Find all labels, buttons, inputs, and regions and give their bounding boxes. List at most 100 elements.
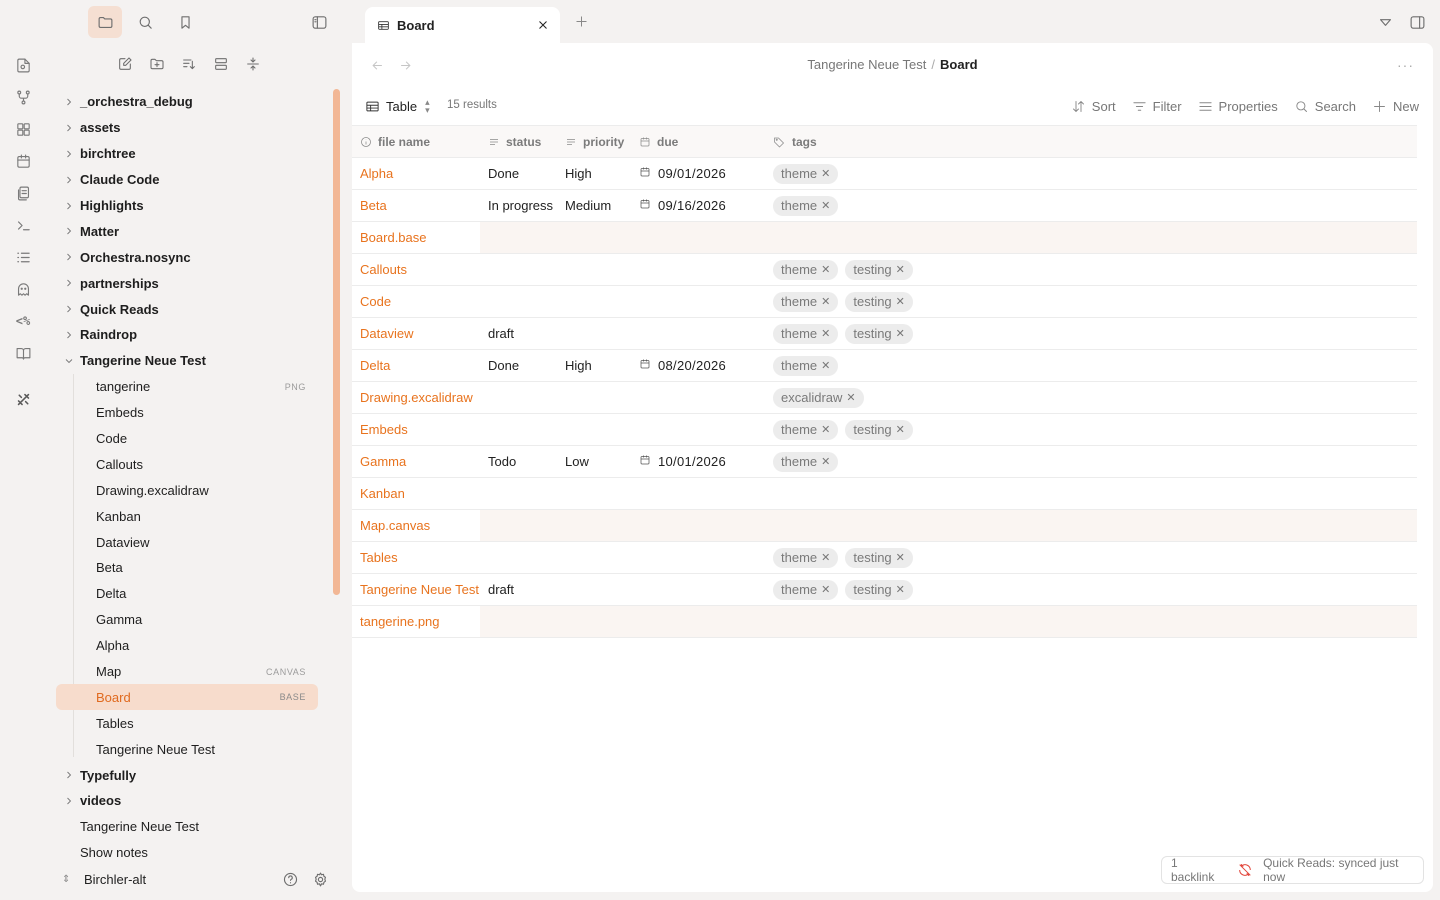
- table-row[interactable]: Board.base: [352, 222, 1417, 254]
- column-header-file-name[interactable]: file name: [352, 126, 480, 157]
- ghost-icon[interactable]: [12, 278, 34, 300]
- remove-tag-icon[interactable]: ✕: [821, 295, 830, 308]
- tree-file-tangerine-neue-test[interactable]: Tangerine Neue Test: [56, 814, 318, 840]
- cell-tags[interactable]: theme ✕ testing ✕: [765, 574, 1417, 605]
- cell-file-name[interactable]: Beta: [352, 190, 480, 221]
- tree-folder-videos[interactable]: videos: [56, 788, 318, 814]
- tree-file-kanban[interactable]: Kanban: [56, 503, 318, 529]
- folder-icon[interactable]: [88, 6, 122, 38]
- chevron-right-icon[interactable]: [63, 200, 75, 212]
- sync-error-icon[interactable]: [1237, 862, 1253, 878]
- tag-pill[interactable]: theme ✕: [773, 195, 839, 216]
- new-note-icon[interactable]: [12, 54, 34, 76]
- table-row[interactable]: Embeds theme ✕ testing ✕: [352, 414, 1417, 446]
- chevron-right-icon[interactable]: [63, 225, 75, 237]
- backlink-count[interactable]: 1 backlink: [1171, 856, 1224, 884]
- table-row[interactable]: Kanban: [352, 478, 1417, 510]
- tree-folder-highlights[interactable]: Highlights: [56, 193, 318, 219]
- cell-priority[interactable]: Low: [557, 446, 631, 477]
- table-row[interactable]: Callouts theme ✕ testing ✕: [352, 254, 1417, 286]
- cell-status[interactable]: Todo: [480, 446, 557, 477]
- tree-file-delta[interactable]: Delta: [56, 581, 318, 607]
- cell-priority[interactable]: [557, 542, 631, 573]
- close-icon[interactable]: [534, 16, 552, 34]
- search-icon[interactable]: [128, 6, 162, 38]
- tree-folder-orchestra-debug[interactable]: _orchestra_debug: [56, 89, 318, 115]
- remove-tag-icon[interactable]: ✕: [821, 167, 830, 180]
- cell-due[interactable]: [631, 286, 765, 317]
- cell-file-name[interactable]: Callouts: [352, 254, 480, 285]
- search-button[interactable]: Search: [1294, 99, 1356, 114]
- breadcrumb-current[interactable]: Board: [940, 57, 978, 72]
- remove-tag-icon[interactable]: ✕: [896, 551, 905, 564]
- cell-tags[interactable]: [765, 222, 1417, 253]
- column-header-due[interactable]: due: [631, 126, 765, 157]
- tag-pill[interactable]: theme ✕: [773, 451, 839, 472]
- cell-tags[interactable]: theme ✕ testing ✕: [765, 542, 1417, 573]
- tag-pill[interactable]: theme ✕: [773, 163, 839, 184]
- chevron-right-icon[interactable]: [63, 329, 75, 341]
- cell-tags[interactable]: [765, 510, 1417, 541]
- filter-button[interactable]: Filter: [1132, 99, 1182, 114]
- remove-tag-icon[interactable]: ✕: [896, 583, 905, 596]
- collapse-all-icon[interactable]: [244, 53, 262, 75]
- vault-switch-chevrons-icon[interactable]: ⇕: [62, 874, 78, 885]
- cell-priority[interactable]: [557, 254, 631, 285]
- tag-pill[interactable]: testing ✕: [845, 547, 913, 568]
- cell-priority[interactable]: High: [557, 158, 631, 189]
- new-folder-icon[interactable]: [148, 53, 166, 75]
- tree-folder-quick-reads[interactable]: Quick Reads: [56, 296, 318, 322]
- cell-priority[interactable]: [557, 478, 631, 509]
- cell-file-name[interactable]: Kanban: [352, 478, 480, 509]
- cell-file-name[interactable]: Board.base: [352, 222, 480, 253]
- column-header-priority[interactable]: priority: [557, 126, 631, 157]
- cell-status[interactable]: Done: [480, 350, 557, 381]
- cell-priority[interactable]: [557, 606, 631, 637]
- tree-folder-tangerine-neue-test[interactable]: Tangerine Neue Test: [56, 348, 318, 374]
- cell-priority[interactable]: [557, 574, 631, 605]
- cell-tags[interactable]: [765, 606, 1417, 637]
- table-row[interactable]: Dataview draft theme ✕ testing ✕: [352, 318, 1417, 350]
- cell-file-name[interactable]: Code: [352, 286, 480, 317]
- tree-folder-typefully[interactable]: Typefully: [56, 762, 318, 788]
- tree-folder-raindrop[interactable]: Raindrop: [56, 322, 318, 348]
- cell-due[interactable]: [631, 574, 765, 605]
- cell-status[interactable]: draft: [480, 318, 557, 349]
- book-icon[interactable]: [12, 342, 34, 364]
- chevron-right-icon[interactable]: [63, 795, 75, 807]
- cell-status[interactable]: [480, 510, 557, 541]
- tree-folder-orchestra-nosync[interactable]: Orchestra.nosync: [56, 244, 318, 270]
- sidebar-toggle-icon[interactable]: [304, 8, 334, 36]
- cell-status[interactable]: In progress: [480, 190, 557, 221]
- tree-file-beta[interactable]: Beta: [56, 555, 318, 581]
- cell-due[interactable]: 08/20/2026: [631, 350, 765, 381]
- auto-reveal-icon[interactable]: [212, 53, 230, 75]
- cell-status[interactable]: draft: [480, 574, 557, 605]
- chevron-right-icon[interactable]: [63, 769, 75, 781]
- tag-pill[interactable]: theme ✕: [773, 419, 839, 440]
- cell-status[interactable]: [480, 478, 557, 509]
- cell-priority[interactable]: [557, 286, 631, 317]
- cell-tags[interactable]: theme ✕ testing ✕: [765, 318, 1417, 349]
- remove-tag-icon[interactable]: ✕: [821, 263, 830, 276]
- table-row[interactable]: Code theme ✕ testing ✕: [352, 286, 1417, 318]
- tree-folder-birchtree[interactable]: birchtree: [56, 141, 318, 167]
- tree-file-dataview[interactable]: Dataview: [56, 529, 318, 555]
- cell-priority[interactable]: [557, 382, 631, 413]
- column-header-tags[interactable]: tags: [765, 126, 1417, 157]
- tag-pill[interactable]: excalidraw ✕: [773, 387, 864, 408]
- cell-priority[interactable]: [557, 318, 631, 349]
- cell-status[interactable]: [480, 382, 557, 413]
- chevron-right-icon[interactable]: [63, 251, 75, 263]
- cell-tags[interactable]: [765, 478, 1417, 509]
- cell-tags[interactable]: theme ✕ testing ✕: [765, 286, 1417, 317]
- tag-pill[interactable]: theme ✕: [773, 355, 839, 376]
- sort-order-icon[interactable]: [180, 53, 198, 75]
- properties-button[interactable]: Properties: [1198, 99, 1278, 114]
- chevron-right-icon[interactable]: [63, 148, 75, 160]
- sort-button[interactable]: Sort: [1071, 99, 1116, 114]
- chevron-down-icon[interactable]: [63, 355, 75, 367]
- help-icon[interactable]: [280, 869, 300, 889]
- calendar-icon[interactable]: [639, 198, 651, 213]
- vault-switcher[interactable]: ⇕ Birchler-alt: [56, 866, 336, 892]
